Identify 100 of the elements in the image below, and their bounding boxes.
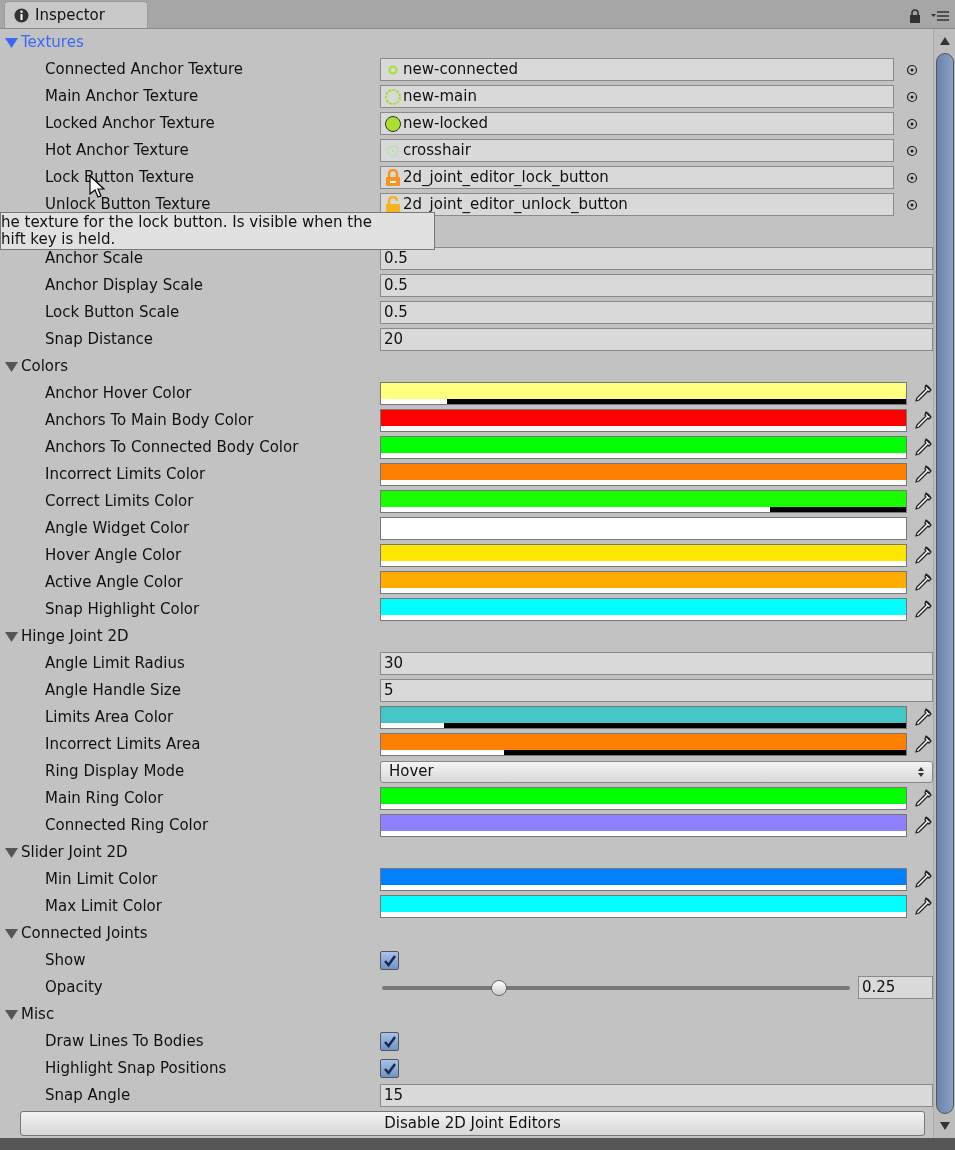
field-label: Lock Button Scale xyxy=(45,303,180,322)
field-label: Highlight Snap Positions xyxy=(45,1059,227,1078)
number-field[interactable]: 0.25 xyxy=(858,976,933,999)
target-icon[interactable] xyxy=(906,90,918,103)
slider-thumb[interactable] xyxy=(491,979,507,996)
slider[interactable] xyxy=(382,979,850,996)
foldout-icon[interactable] xyxy=(5,846,18,859)
checkbox[interactable] xyxy=(380,1059,399,1078)
inspector-tab[interactable]: Inspector xyxy=(4,1,148,28)
texture-field[interactable]: 2d_joint_editor_unlock_button xyxy=(380,193,894,216)
texture-field[interactable]: 2d_joint_editor_lock_button xyxy=(380,166,894,189)
eyedropper-icon[interactable] xyxy=(913,868,933,891)
color-field[interactable] xyxy=(380,409,907,432)
eyedropper-icon[interactable] xyxy=(913,517,933,540)
color-field[interactable] xyxy=(380,814,907,837)
section-title[interactable]: Hinge Joint 2D xyxy=(21,625,129,648)
field-label: Hover Angle Color xyxy=(45,546,182,565)
target-icon[interactable] xyxy=(906,171,918,184)
field-label: Connected Ring Color xyxy=(45,816,209,835)
tooltip: he texture for the lock button. Is visible when the hift key is held. xyxy=(0,212,435,250)
number-field[interactable]: 20 xyxy=(380,328,933,351)
field-label: Opacity xyxy=(45,978,103,997)
eyedropper-icon[interactable] xyxy=(913,895,933,918)
target-icon[interactable] xyxy=(906,198,918,211)
check-icon xyxy=(382,1034,397,1049)
menu-icon[interactable] xyxy=(931,10,949,22)
dropdown[interactable]: Hover xyxy=(380,760,933,783)
field-label: Connected Anchor Texture xyxy=(45,60,244,79)
updown-icon xyxy=(918,766,924,777)
number-field[interactable]: 0.5 xyxy=(380,247,933,270)
field-label: Incorrect Limits Color xyxy=(45,465,206,484)
texture-field[interactable]: crosshair xyxy=(380,139,894,162)
eyedropper-icon[interactable] xyxy=(913,571,933,594)
section-title[interactable]: Colors xyxy=(21,355,68,378)
number-field[interactable]: 30 xyxy=(380,652,933,675)
checkbox[interactable] xyxy=(380,951,399,970)
info-icon xyxy=(14,7,29,23)
eyedropper-icon[interactable] xyxy=(913,463,933,486)
color-field[interactable] xyxy=(380,490,907,513)
field-label: Unlock Button Texture xyxy=(45,195,211,214)
field-label: Anchor Display Scale xyxy=(45,276,204,295)
foldout-icon[interactable] xyxy=(5,630,18,643)
field-label: Angle Handle Size xyxy=(45,681,181,700)
eyedropper-icon[interactable] xyxy=(913,544,933,567)
color-field[interactable] xyxy=(380,868,907,891)
check-icon xyxy=(382,1061,397,1076)
color-field[interactable] xyxy=(380,598,907,621)
eyedropper-icon[interactable] xyxy=(913,598,933,621)
eyedropper-icon[interactable] xyxy=(913,382,933,405)
field-label: Angle Widget Color xyxy=(45,519,190,538)
foldout-icon[interactable] xyxy=(5,927,18,940)
section-title[interactable]: Connected Joints xyxy=(21,922,148,945)
disable-editors-button[interactable]: Disable 2D Joint Editors xyxy=(20,1111,925,1136)
number-field[interactable]: 0.5 xyxy=(380,274,933,297)
unlock-icon xyxy=(384,195,402,214)
texture-field[interactable]: new-locked xyxy=(380,112,894,135)
eyedropper-icon[interactable] xyxy=(913,409,933,432)
scroll-up-icon[interactable] xyxy=(939,37,950,45)
color-field[interactable] xyxy=(380,571,907,594)
field-label: Active Angle Color xyxy=(45,573,183,592)
field-label: Max Limit Color xyxy=(45,897,162,916)
foldout-icon[interactable] xyxy=(5,1008,18,1021)
number-field[interactable]: 15 xyxy=(380,1084,933,1107)
color-field[interactable] xyxy=(380,436,907,459)
field-label: Draw Lines To Bodies xyxy=(45,1032,204,1051)
color-field[interactable] xyxy=(380,733,907,756)
texture-field[interactable]: new-main xyxy=(380,85,894,108)
color-field[interactable] xyxy=(380,706,907,729)
lock-icon xyxy=(384,168,402,187)
number-field[interactable]: 5 xyxy=(380,679,933,702)
target-icon[interactable] xyxy=(906,63,918,76)
section-title[interactable]: Misc xyxy=(21,1003,55,1026)
color-field[interactable] xyxy=(380,517,907,540)
target-icon[interactable] xyxy=(906,117,918,130)
eyedropper-icon[interactable] xyxy=(913,733,933,756)
eyedropper-icon[interactable] xyxy=(913,436,933,459)
eyedropper-icon[interactable] xyxy=(913,706,933,729)
foldout-icon[interactable] xyxy=(5,36,18,49)
color-field[interactable] xyxy=(380,544,907,567)
lock-icon[interactable] xyxy=(909,9,921,23)
scroll-down-icon[interactable] xyxy=(939,1122,950,1130)
field-label: Locked Anchor Texture xyxy=(45,114,215,133)
color-field[interactable] xyxy=(380,895,907,918)
number-field[interactable]: 0.5 xyxy=(380,301,933,324)
target-icon[interactable] xyxy=(906,144,918,157)
eyedropper-icon[interactable] xyxy=(913,490,933,513)
section-title[interactable]: Slider Joint 2D xyxy=(21,841,128,864)
scrollbar[interactable] xyxy=(933,29,955,1138)
color-field[interactable] xyxy=(380,787,907,810)
eyedropper-icon[interactable] xyxy=(913,787,933,810)
field-label: Snap Distance xyxy=(45,330,154,349)
field-label: Anchors To Connected Body Color xyxy=(45,438,299,457)
color-field[interactable] xyxy=(380,463,907,486)
field-label: Angle Limit Radius xyxy=(45,654,185,673)
foldout-icon[interactable] xyxy=(5,360,18,373)
color-field[interactable] xyxy=(380,382,907,405)
texture-field[interactable]: new-connected xyxy=(380,58,894,81)
ring-icon xyxy=(384,87,402,106)
checkbox[interactable] xyxy=(380,1032,399,1051)
eyedropper-icon[interactable] xyxy=(913,814,933,837)
